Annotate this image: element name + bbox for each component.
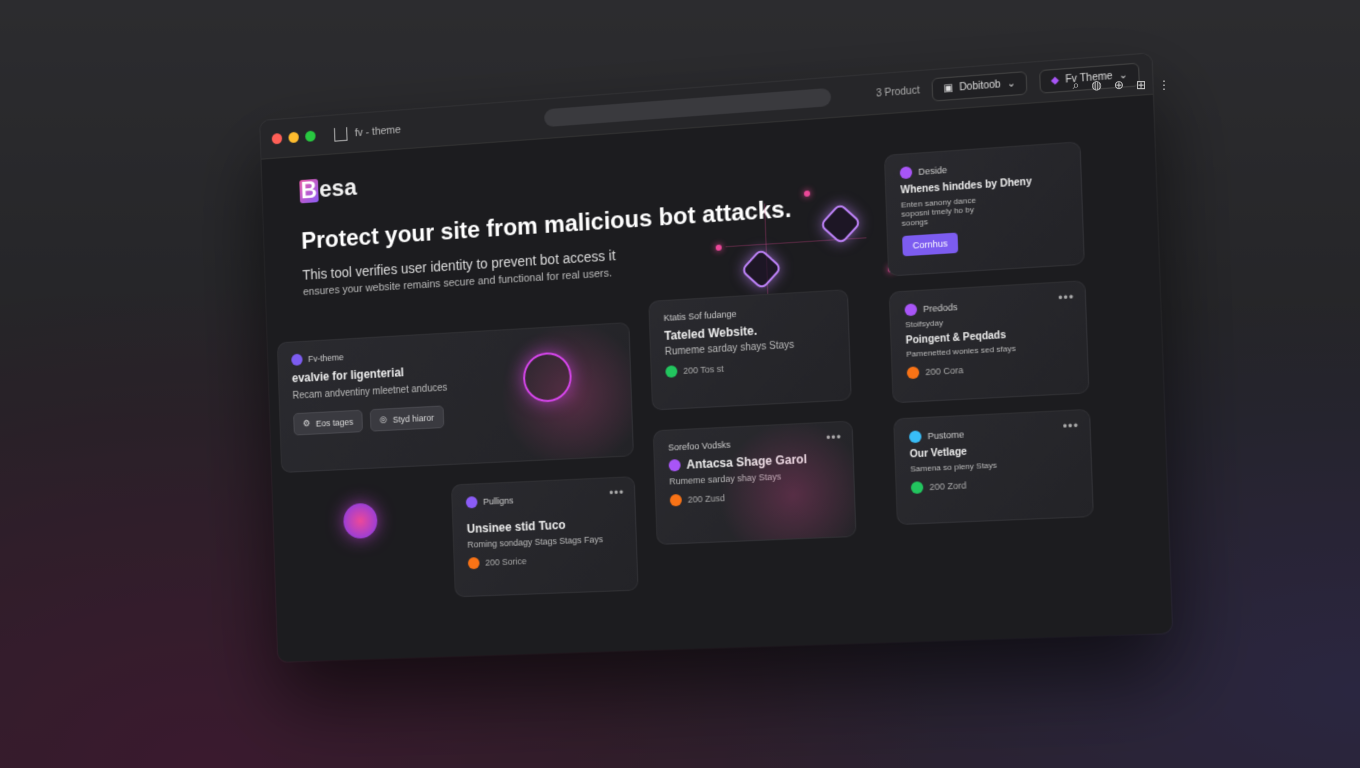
- card-tag-label: Fv-theme: [308, 352, 344, 364]
- card-tag-label: Predods: [923, 302, 958, 314]
- logo-text: esa: [319, 174, 357, 204]
- card-actions: Cornhus: [902, 226, 1068, 257]
- box-icon: ▣: [943, 83, 953, 95]
- home-icon[interactable]: [334, 127, 348, 142]
- badge-icon: [904, 303, 917, 316]
- select-dobitoob-label: Dobitoob: [959, 79, 1001, 93]
- shield-icon: [291, 354, 303, 366]
- active-tab[interactable]: fv - theme: [334, 123, 401, 142]
- eos-tages-label: Eos tages: [316, 416, 354, 428]
- card-pustome[interactable]: ••• Pustome Our Vetlage Samena so pleny …: [893, 409, 1094, 525]
- theme-icon: ◆: [1051, 75, 1059, 87]
- scene: fv - theme 3 Product ▣ Dobitoob ⌄ ◆ Fv T…: [0, 0, 1360, 768]
- close-button[interactable]: [272, 133, 283, 144]
- card-main[interactable]: Fv-theme evalvie for ligenterial Recam a…: [277, 322, 634, 473]
- window-controls: [272, 130, 316, 144]
- gear-icon: ⚙: [303, 418, 311, 429]
- status-icon: [911, 481, 924, 494]
- styd-hiaror-label: Styd hiaror: [393, 412, 435, 424]
- card-foot-text: 200 Tos st: [683, 364, 724, 376]
- more-icon[interactable]: •••: [1058, 290, 1075, 305]
- status-icon: [670, 494, 682, 506]
- tab-title: fv - theme: [355, 124, 401, 139]
- card-pulligns[interactable]: ••• Pulligns Unsinee stid Tuco Roming so…: [451, 476, 639, 597]
- select-dobitoob[interactable]: ▣ Dobitoob ⌄: [932, 71, 1028, 102]
- card-foot: 200 Tos st: [665, 357, 835, 378]
- browser-window: fv - theme 3 Product ▣ Dobitoob ⌄ ◆ Fv T…: [260, 53, 1172, 662]
- card-glow: [492, 322, 634, 473]
- styd-hiaror-button[interactable]: ◎ Styd hiaror: [370, 405, 444, 431]
- grid-icon[interactable]: ⊞: [1136, 78, 1146, 93]
- chevron-down-icon: ⌄: [1007, 78, 1016, 90]
- card-foot-text: 200 Zord: [929, 480, 966, 492]
- card-tag-label: Pulligns: [483, 496, 514, 507]
- card-website[interactable]: Ktatis Sof fudange Tateled Website. Rume…: [648, 289, 851, 410]
- card-predods[interactable]: ••• Predods Stoifsyday Poingent & Peqdad…: [889, 280, 1090, 403]
- card-desc: Samena so pleny Stays: [910, 457, 1076, 474]
- top-right-icons: ⌕ ◍ ⊕ ⊞ ⋮: [1073, 78, 1170, 93]
- eos-tages-button[interactable]: ⚙ Eos tages: [293, 410, 363, 436]
- chat-icon[interactable]: ◍: [1091, 78, 1101, 93]
- card-foot-text: 200 Sorice: [485, 556, 527, 567]
- network-node: [716, 244, 722, 250]
- card-sorefoo[interactable]: ••• Sorefoo Vodsks Antacsa Shage Garol R…: [653, 421, 857, 545]
- card-deside[interactable]: Deside Whenes hinddes by Dheny Enten san…: [884, 141, 1085, 276]
- card-foot: 200 Sorice: [468, 551, 623, 569]
- badge-icon: [669, 459, 681, 472]
- more-icon[interactable]: •••: [609, 486, 625, 501]
- status-icon: [907, 366, 920, 379]
- card-desc: Enten sanony dance soposni tmely ho by s…: [901, 194, 995, 228]
- fingerprint-icon: [343, 503, 378, 540]
- more-icon[interactable]: •••: [1062, 419, 1079, 434]
- card-title: Unsinee stid Tuco: [467, 516, 622, 536]
- circle-icon: ◎: [379, 414, 387, 425]
- maximize-button[interactable]: [305, 130, 316, 141]
- card-tag-label: Deside: [918, 165, 947, 177]
- shield-icon: [740, 248, 782, 291]
- status-icon: [468, 557, 480, 569]
- minimize-button[interactable]: [288, 132, 299, 143]
- card-tag: Pustome: [909, 423, 1075, 443]
- card-foot-text: 200 Cora: [925, 365, 963, 377]
- plugin-icon: [466, 496, 478, 508]
- card-tag-label: Pustome: [927, 429, 964, 441]
- product-link[interactable]: 3 Product: [876, 85, 920, 99]
- card-tag: Pulligns: [466, 490, 621, 509]
- status-icon: [665, 365, 677, 378]
- card-foot: 200 Zord: [911, 474, 1077, 494]
- search-icon[interactable]: ⌕: [1073, 78, 1080, 93]
- globe-icon[interactable]: ⊕: [1114, 78, 1124, 93]
- logo-mark: B: [299, 179, 318, 204]
- cornhus-button[interactable]: Cornhus: [902, 233, 958, 257]
- page-content: B esa Protect your site from malicious b…: [261, 95, 1172, 662]
- menu-icon[interactable]: ⋮: [1158, 78, 1170, 93]
- card-foot: 200 Cora: [907, 358, 1073, 379]
- badge-icon: [900, 166, 913, 179]
- hero-title: Protect your site from malicious bot att…: [301, 192, 846, 256]
- card-desc: Roming sondagy Stags Stags Fays: [467, 533, 622, 549]
- badge-icon: [909, 430, 922, 443]
